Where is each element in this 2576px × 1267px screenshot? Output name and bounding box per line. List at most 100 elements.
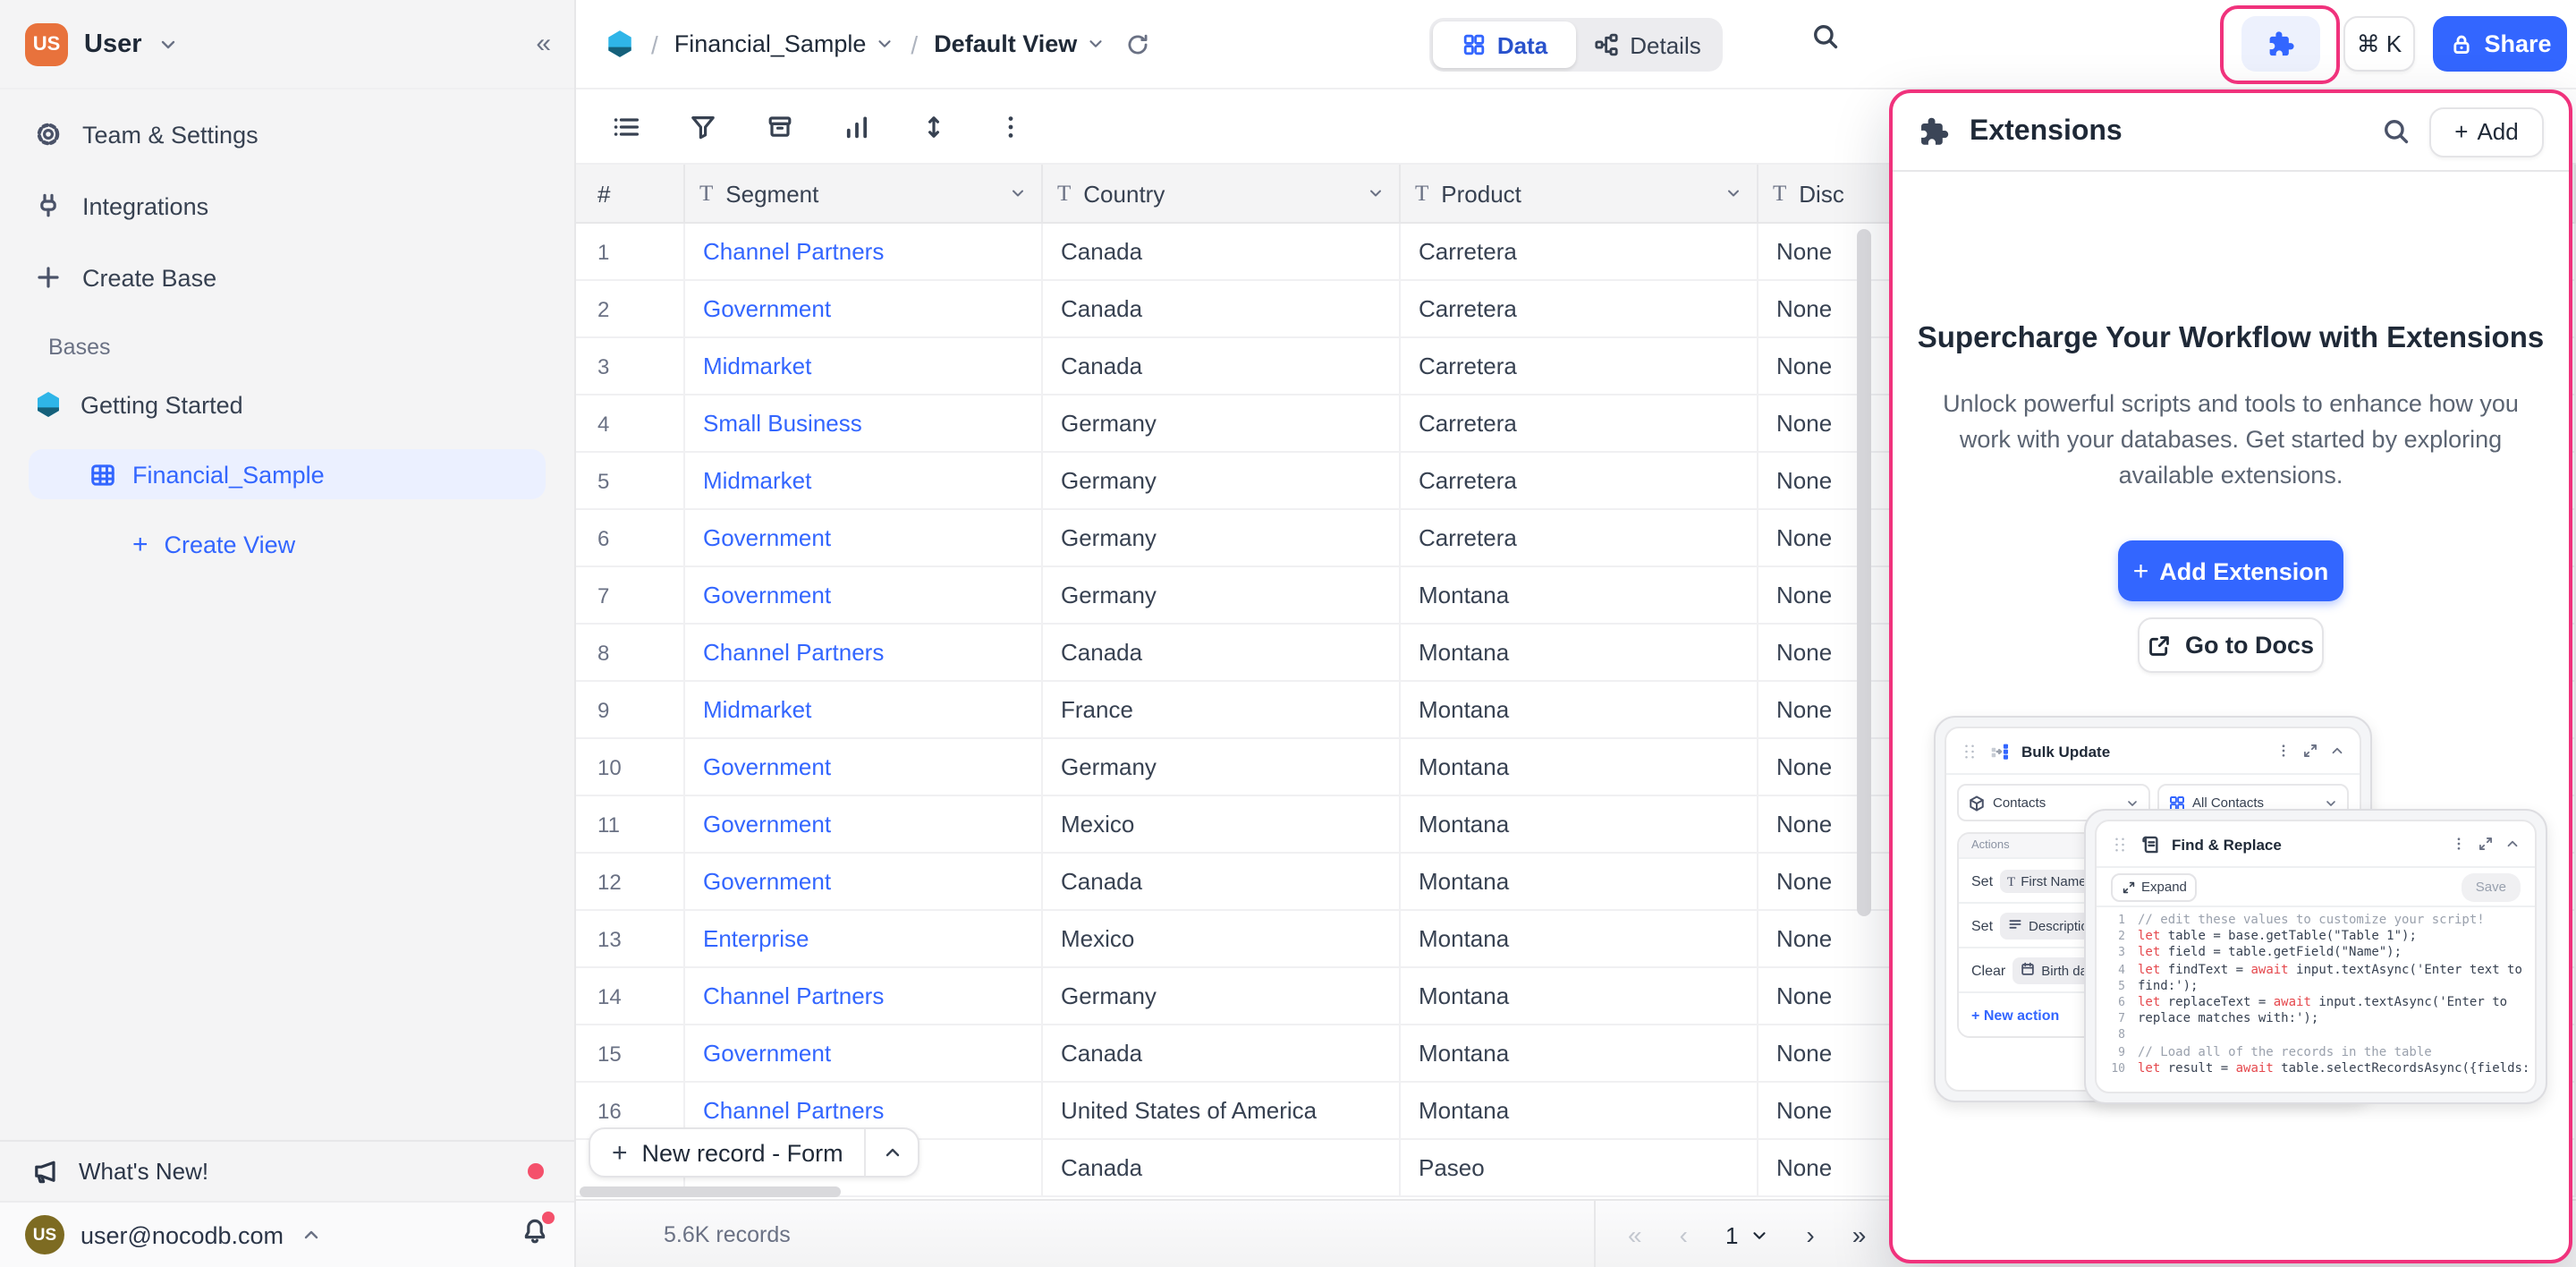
text-field-icon: T <box>1057 180 1071 207</box>
column-header-segment[interactable]: T Segment <box>685 165 1043 222</box>
cell-segment[interactable]: Government <box>685 281 1043 336</box>
expand-button[interactable]: Expand <box>2111 872 2198 901</box>
cell-country[interactable]: France <box>1043 682 1401 737</box>
horizontal-scrollbar[interactable] <box>580 1186 841 1197</box>
search-icon[interactable] <box>1810 21 1841 52</box>
fields-icon[interactable] <box>612 112 640 140</box>
cell-segment[interactable]: Government <box>685 1025 1043 1081</box>
cell-segment[interactable]: Government <box>685 854 1043 909</box>
refresh-icon[interactable] <box>1125 31 1150 56</box>
sidebar-create-view[interactable]: + Create View <box>14 519 560 569</box>
search-icon[interactable] <box>2381 116 2411 147</box>
new-record-button[interactable]: + New record - Form <box>589 1127 920 1178</box>
cell-segment[interactable]: Midmarket <box>685 338 1043 394</box>
cell-product[interactable]: Carretera <box>1401 395 1758 451</box>
account-menu[interactable]: US user@nocodb.com <box>0 1201 574 1267</box>
breadcrumb-base[interactable]: Financial_Sample <box>674 30 895 57</box>
command-palette-button[interactable]: ⌘ K <box>2343 16 2415 72</box>
next-page-button[interactable]: › <box>1806 1220 1814 1249</box>
share-button[interactable]: Share <box>2433 16 2567 72</box>
cell-product[interactable]: Montana <box>1401 968 1758 1024</box>
breadcrumb-view[interactable]: Default View <box>934 30 1106 57</box>
save-button[interactable]: Save <box>2462 872 2521 901</box>
new-record-main[interactable]: + New record - Form <box>590 1129 867 1176</box>
prev-page-button[interactable]: ‹ <box>1680 1220 1688 1249</box>
cell-country[interactable]: Canada <box>1043 854 1401 909</box>
cell-country[interactable]: Germany <box>1043 968 1401 1024</box>
sidebar-collapse-button[interactable]: « <box>536 29 549 59</box>
notifications-button[interactable] <box>521 1216 549 1254</box>
sidebar-table-financial-sample[interactable]: Financial_Sample <box>29 449 546 499</box>
cell-product[interactable]: Carretera <box>1401 338 1758 394</box>
cell-segment[interactable]: Small Business <box>685 395 1043 451</box>
tab-details[interactable]: Details <box>1576 21 1719 68</box>
tab-data[interactable]: Data <box>1433 21 1576 68</box>
cell-product[interactable]: Montana <box>1401 567 1758 623</box>
cell-country[interactable]: Germany <box>1043 739 1401 795</box>
cell-product[interactable]: Montana <box>1401 739 1758 795</box>
workspace-menu[interactable]: US User « <box>0 0 574 89</box>
cell-segment[interactable]: Government <box>685 567 1043 623</box>
cell-segment[interactable]: Channel Partners <box>685 224 1043 279</box>
sidebar-item-integrations[interactable]: Integrations <box>14 181 560 231</box>
cell-segment[interactable]: Government <box>685 796 1043 852</box>
cell-product[interactable]: Montana <box>1401 854 1758 909</box>
extensions-toggle-button[interactable] <box>2241 16 2320 72</box>
cell-country[interactable]: United States of America <box>1043 1083 1401 1138</box>
code-editor[interactable]: 1// edit these values to customize your … <box>2097 907 2535 1077</box>
cell-product[interactable]: Carretera <box>1401 281 1758 336</box>
integrations-icon <box>34 191 63 220</box>
whats-new-button[interactable]: What's New! <box>0 1140 574 1201</box>
cell-segment[interactable]: Midmarket <box>685 453 1043 508</box>
cell-country[interactable]: Germany <box>1043 453 1401 508</box>
cell-country[interactable]: Canada <box>1043 224 1401 279</box>
cell-product[interactable]: Montana <box>1401 682 1758 737</box>
row-height-icon[interactable] <box>919 112 948 140</box>
new-record-options[interactable] <box>867 1129 919 1176</box>
nocodb-logo-icon <box>605 29 635 59</box>
cell-country[interactable]: Canada <box>1043 625 1401 680</box>
column-header-country[interactable]: T Country <box>1043 165 1401 222</box>
cell-product[interactable]: Montana <box>1401 1083 1758 1138</box>
cell-product[interactable]: Carretera <box>1401 224 1758 279</box>
sidebar-item-create-base[interactable]: Create Base <box>14 252 560 302</box>
row-number: 5 <box>576 453 685 508</box>
vertical-scrollbar[interactable] <box>1857 229 1871 916</box>
sidebar-base-getting-started[interactable]: Getting Started <box>14 379 560 429</box>
cell-product[interactable]: Carretera <box>1401 510 1758 565</box>
code-line: 2let table = base.getTable("Table 1"); <box>2097 929 2535 945</box>
cell-segment[interactable]: Midmarket <box>685 682 1043 737</box>
cell-product[interactable]: Paseo <box>1401 1140 1758 1195</box>
chart-icon[interactable] <box>843 112 871 140</box>
cell-country[interactable]: Germany <box>1043 510 1401 565</box>
cell-country[interactable]: Germany <box>1043 567 1401 623</box>
cell-product[interactable]: Carretera <box>1401 453 1758 508</box>
cell-product[interactable]: Montana <box>1401 796 1758 852</box>
add-extension-button[interactable]: + Add Extension <box>2118 540 2343 601</box>
column-header-product[interactable]: T Product <box>1401 165 1758 222</box>
add-extension-small-button[interactable]: + Add <box>2429 106 2544 157</box>
cell-segment[interactable]: Channel Partners <box>685 625 1043 680</box>
last-page-button[interactable]: » <box>1852 1220 1867 1249</box>
cell-product[interactable]: Montana <box>1401 625 1758 680</box>
cell-country[interactable]: Canada <box>1043 1140 1401 1195</box>
cell-country[interactable]: Canada <box>1043 1025 1401 1081</box>
filter-icon[interactable] <box>689 112 717 140</box>
cell-segment[interactable]: Enterprise <box>685 911 1043 966</box>
sidebar-item-team-settings[interactable]: Team & Settings <box>14 109 560 159</box>
cell-product[interactable]: Montana <box>1401 911 1758 966</box>
cell-segment[interactable]: Channel Partners <box>685 968 1043 1024</box>
go-to-docs-button[interactable]: Go to Docs <box>2138 617 2324 673</box>
cell-country[interactable]: Mexico <box>1043 911 1401 966</box>
cell-country[interactable]: Germany <box>1043 395 1401 451</box>
group-icon[interactable] <box>766 112 794 140</box>
cell-product[interactable]: Montana <box>1401 1025 1758 1081</box>
more-icon[interactable] <box>996 112 1025 140</box>
cell-country[interactable]: Canada <box>1043 338 1401 394</box>
cell-segment[interactable]: Government <box>685 510 1043 565</box>
cell-segment[interactable]: Government <box>685 739 1043 795</box>
page-selector[interactable]: 1 <box>1725 1221 1768 1248</box>
cell-country[interactable]: Canada <box>1043 281 1401 336</box>
cell-country[interactable]: Mexico <box>1043 796 1401 852</box>
first-page-button[interactable]: « <box>1628 1220 1642 1249</box>
